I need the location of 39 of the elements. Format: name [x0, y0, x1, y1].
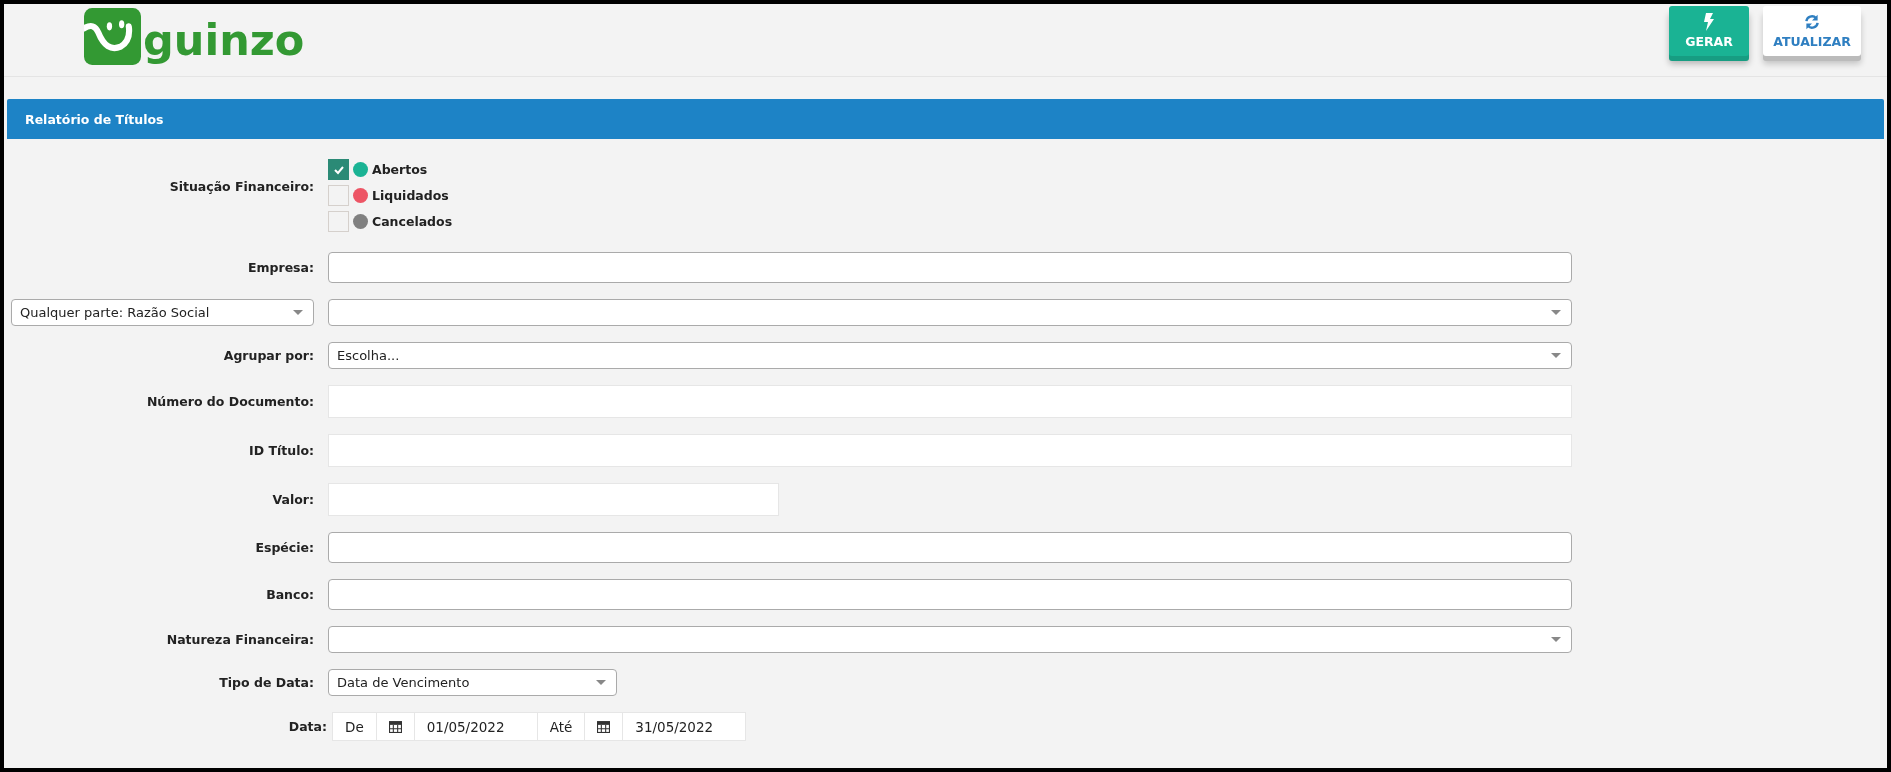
panel-title: Relatório de Títulos — [25, 111, 164, 127]
checkbox-label: Liquidados — [372, 188, 449, 203]
field-label: Valor: — [272, 492, 314, 507]
addon-label: Até — [536, 712, 586, 741]
input-field[interactable] — [328, 579, 1572, 610]
caret-icon — [1551, 310, 1561, 315]
field-label: Empresa: — [247, 260, 314, 275]
search-mode-dropdown[interactable]: Qualquer parte: Razão Social — [11, 299, 314, 326]
calendar-icon — [388, 720, 402, 733]
checkbox[interactable] — [328, 159, 349, 180]
field-label: Natureza Financeira: — [166, 632, 314, 647]
field-label: Tipo de Data: — [219, 675, 314, 690]
input-field[interactable] — [328, 532, 1572, 563]
field-label: Agrupar por: — [223, 348, 314, 363]
caret-icon — [596, 680, 606, 685]
field-label: Espécie: — [255, 540, 314, 555]
date-input[interactable]: 01/05/2022 — [413, 712, 538, 741]
dropdown[interactable]: Escolha... — [328, 342, 1572, 369]
logo-icon — [84, 8, 141, 65]
date-input[interactable]: 31/05/2022 — [622, 712, 747, 741]
field-label: Data: — [288, 719, 327, 734]
field-label: Número do Documento: — [146, 394, 314, 409]
caret-icon — [293, 310, 303, 315]
dropdown[interactable]: Data de Vencimento — [328, 669, 617, 696]
calendar-icon — [597, 720, 611, 733]
input-field[interactable] — [328, 252, 1572, 283]
checkbox-label: Abertos — [372, 162, 428, 177]
dropdown[interactable] — [328, 626, 1572, 653]
caret-icon — [1551, 353, 1561, 358]
lightning-icon — [1701, 13, 1717, 31]
caret-icon — [1551, 637, 1561, 642]
refresh-icon — [1804, 13, 1820, 31]
field-label: Banco: — [266, 587, 314, 602]
field-label: ID Título: — [249, 443, 314, 458]
logo-wordmark: guinzo — [143, 14, 305, 67]
dropdown[interactable] — [328, 299, 1572, 326]
field-label: Situação Financeiro: — [169, 179, 314, 194]
addon-label: De — [332, 712, 377, 741]
checkbox-label: Cancelados — [372, 214, 453, 229]
